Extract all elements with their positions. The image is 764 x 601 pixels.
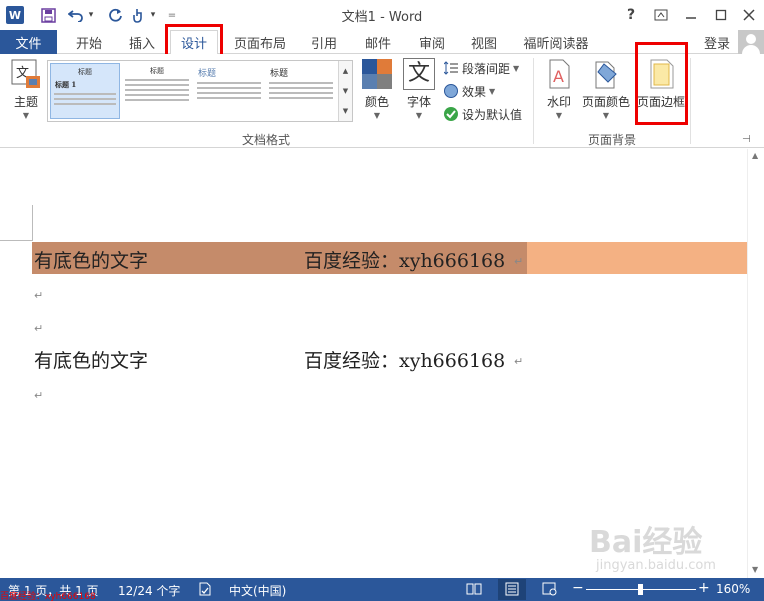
zoom-in-icon[interactable]: + (698, 580, 710, 596)
tab-review[interactable]: 审阅 (410, 30, 454, 54)
chevron-down-icon: ▼ (373, 111, 381, 120)
sign-in-link[interactable]: 登录 (704, 33, 730, 52)
style-set-item[interactable]: 标题 (122, 63, 192, 119)
read-mode-icon[interactable] (466, 582, 482, 599)
pin-ribbon-icon[interactable]: ⊣ (742, 134, 751, 145)
colors-icon (361, 58, 393, 90)
chevron-down-icon: ▼ (513, 63, 520, 73)
colors-label: 颜色 (364, 95, 389, 109)
fonts-label: 字体 (406, 95, 431, 109)
baidu-watermark-url: jingyan.baidu.com (596, 558, 716, 573)
scroll-up-icon[interactable]: ▲ (752, 151, 758, 160)
paragraph-mark: ↵ (34, 322, 44, 335)
watermark-button[interactable]: A 水印 ▼ (542, 58, 576, 120)
close-icon[interactable] (738, 4, 760, 26)
zoom-out-icon[interactable]: − (572, 580, 584, 596)
tab-foxit-reader[interactable]: 福昕阅读器 (515, 30, 597, 54)
group-separator (690, 58, 691, 144)
page-color-button[interactable]: 页面颜色 ▼ (580, 58, 632, 120)
style-set-heading: 标题 (150, 67, 164, 75)
zoom-level[interactable]: 160% (716, 582, 750, 596)
checkmark-icon (444, 107, 458, 121)
word-window: W ▾ ▾ = 文档1 - Word ? 文件 开始 插入 设计 页面布局 引用… (0, 0, 764, 601)
paragraph-spacing-icon (443, 61, 458, 75)
chevron-down-icon: ▼ (602, 111, 610, 120)
chevron-down-icon: ▼ (415, 111, 423, 120)
ribbon-display-options-icon[interactable] (650, 4, 672, 26)
page-color-label: 页面颜色 (581, 95, 630, 109)
tab-mailings[interactable]: 邮件 (356, 30, 400, 54)
document-text[interactable]: 百度经验：xyh666168 (304, 346, 505, 373)
svg-text:A: A (553, 67, 564, 86)
paragraph-spacing-button[interactable]: 段落间距 ▼ (443, 58, 520, 78)
zoom-slider-thumb[interactable] (638, 584, 643, 595)
paragraph-mark: ↵ (514, 255, 524, 268)
style-set-item[interactable]: 标题 (266, 63, 336, 119)
themes-icon: 文 (10, 58, 42, 90)
document-text[interactable]: 有底色的文字 (34, 346, 148, 373)
set-as-default-label: 设为默认值 (462, 107, 523, 122)
paragraph-mark: ↵ (34, 289, 44, 302)
gallery-scroll[interactable]: ▲ ▼ ▼ (338, 61, 352, 121)
style-set-heading: 标题 (198, 69, 217, 79)
style-set-heading: 标题 (78, 68, 92, 76)
document-formatting-group-label: 文档格式 (241, 133, 290, 147)
chevron-down-icon: ▼ (22, 111, 30, 120)
chevron-down-icon: ▼ (555, 111, 563, 120)
tab-insert[interactable]: 插入 (120, 30, 164, 54)
themes-label: 主题 (13, 95, 38, 109)
watermark-label: 水印 (546, 95, 571, 109)
themes-button[interactable]: 文 主题 ▼ (8, 58, 44, 120)
baidu-watermark: Bai经验 (589, 525, 703, 560)
title-bar: W ▾ ▾ = 文档1 - Word ? (0, 0, 764, 30)
effects-label: 效果 (462, 84, 487, 99)
author-tag: 百度经验：xyh666168 (0, 592, 96, 601)
style-set-item[interactable]: 标题 (194, 63, 264, 119)
chevron-down-icon: ▼ (489, 86, 496, 96)
colors-button[interactable]: 颜色 ▼ (360, 58, 394, 120)
paragraph-mark: ↵ (514, 355, 524, 368)
style-set-sub: 标题 1 (55, 80, 77, 89)
paragraph-mark: ↵ (34, 389, 44, 402)
vertical-scrollbar[interactable]: ▲ ▼ (747, 149, 764, 578)
fonts-button[interactable]: 文 字体 ▼ (402, 58, 436, 120)
tab-page-layout[interactable]: 页面布局 (228, 30, 292, 54)
paragraph-spacing-label: 段落间距 (462, 61, 511, 76)
minimize-icon[interactable] (680, 4, 702, 26)
tab-file[interactable]: 文件 (0, 30, 57, 54)
tab-view[interactable]: 视图 (462, 30, 506, 54)
style-set-heading: 标题 (270, 69, 289, 79)
effects-icon (444, 84, 458, 98)
gallery-up-icon[interactable]: ▲ (343, 67, 348, 75)
highlight-box-design-tab (165, 24, 223, 58)
document-canvas[interactable]: 有底色的文字 百度经验：xyh666168 ↵ ↵ ↵ 有底色的文字 百度经验：… (0, 149, 764, 578)
margin-mark (0, 240, 33, 241)
effects-button[interactable]: 效果 ▼ (444, 81, 495, 101)
margin-mark (32, 205, 33, 241)
avatar[interactable] (738, 30, 764, 56)
fonts-icon: 文 (403, 58, 435, 90)
print-layout-icon[interactable] (498, 579, 526, 600)
gallery-more-icon[interactable]: ▼ (343, 107, 348, 115)
tab-home[interactable]: 开始 (66, 30, 112, 54)
watermark-icon: A (543, 58, 575, 90)
highlight-box-page-borders (635, 42, 688, 125)
help-button[interactable]: ? (620, 4, 642, 26)
scroll-down-icon[interactable]: ▼ (752, 565, 758, 574)
word-count[interactable]: 12/24 个字 (118, 582, 180, 599)
set-as-default-button[interactable]: 设为默认值 (444, 104, 522, 124)
status-bar: 第 1 页，共 1 页 12/24 个字 中文(中国) − + 160% (0, 578, 764, 601)
document-text[interactable]: 百度经验：xyh666168 (304, 246, 505, 273)
style-set-gallery: 标题 标题 1 标题 标题 标题 ▲ ▼ ▼ (47, 60, 353, 122)
proofing-icon[interactable] (198, 582, 212, 599)
web-layout-icon[interactable] (542, 582, 558, 599)
gallery-down-icon[interactable]: ▼ (343, 87, 348, 95)
style-set-item[interactable]: 标题 标题 1 (50, 63, 120, 119)
language-indicator[interactable]: 中文(中国) (229, 582, 286, 599)
document-text[interactable]: 有底色的文字 (34, 246, 148, 273)
page-background-group-label: 页面背景 (587, 133, 636, 147)
tab-references[interactable]: 引用 (302, 30, 346, 54)
maximize-icon[interactable] (710, 4, 732, 26)
page-color-icon (590, 58, 622, 90)
